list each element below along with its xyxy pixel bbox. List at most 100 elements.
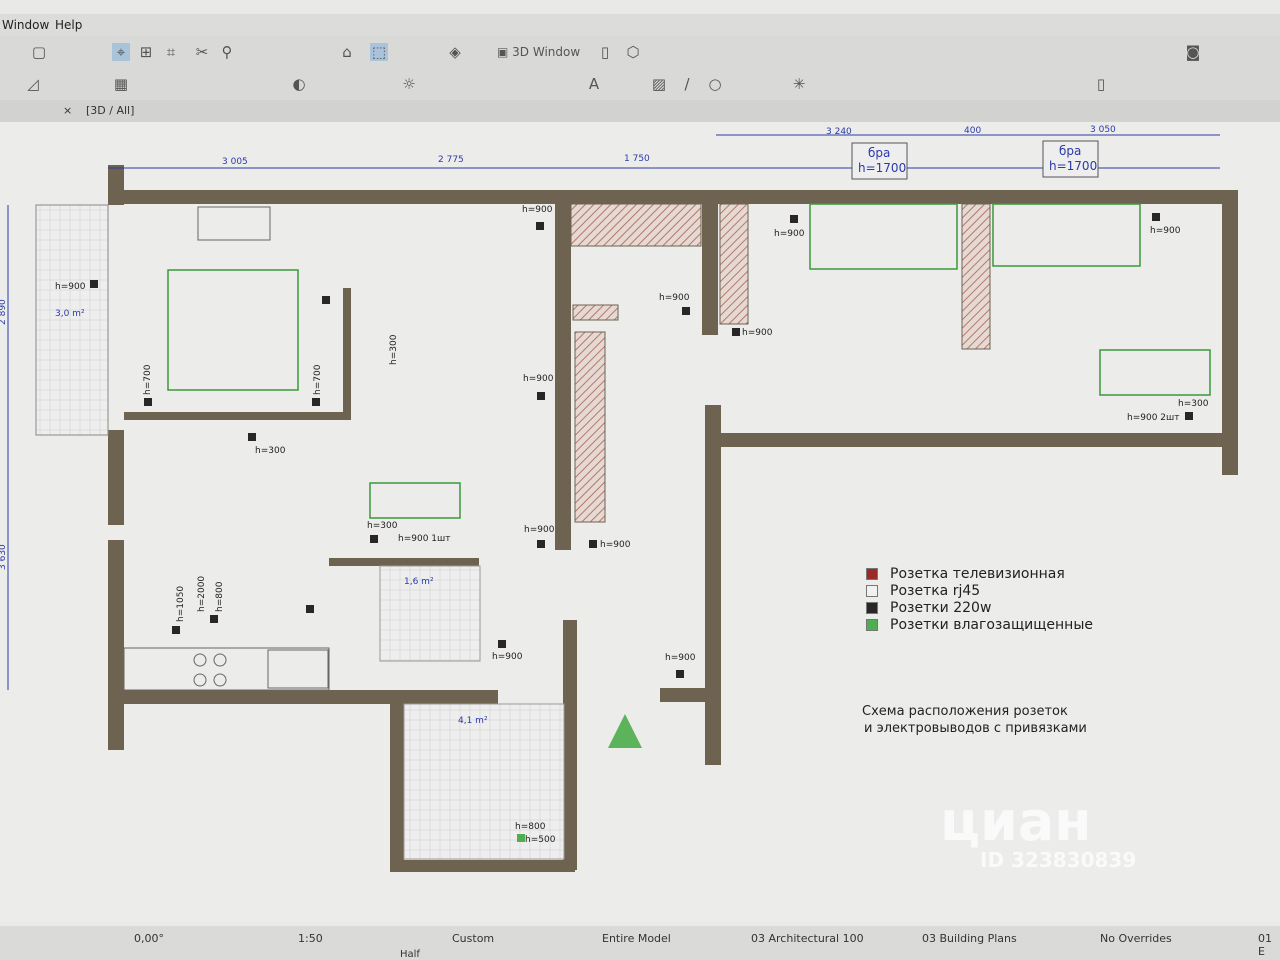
outlet-label: h=900 [742,328,773,338]
outlet-label: h=1050 [176,586,186,622]
outlet-label: h=900 [1150,226,1181,236]
circle-icon[interactable]: ○ [706,75,724,93]
scale-field[interactable]: 1:50 [298,932,323,945]
3d-cube-icon[interactable]: ◈ [446,43,464,61]
legend: Розетка телевизионная Розетка rj45 Розет… [866,565,1093,633]
desk-2 [1099,349,1211,396]
pen-set[interactable]: 03 Architectural 100 [751,932,864,945]
menu-window[interactable]: Window [2,18,49,32]
text-icon[interactable]: A [585,75,603,93]
model-view[interactable]: Entire Model [602,932,671,945]
area-bathroom: 4,1 m² [458,716,488,726]
outlet-label: h=300 [367,521,398,531]
outlet-label: h=700 [143,364,153,395]
dim-left-1: 2 890 [0,299,8,325]
outlet-label: h=900 [524,525,555,535]
caption-line-2: и электровыводов с привязками [864,721,1087,736]
outlet-label: h=900 [659,293,690,303]
wall-nw [108,165,124,205]
hatched-walls [570,203,991,523]
outlet-label: h=900 [665,653,696,663]
outlet-labels: h=900 h=900 h=900 h=900 h=900 h=900 h=90… [55,205,1209,845]
north-marker [608,714,642,748]
outlet-label: h=900 [522,205,553,215]
roof-icon[interactable]: ◿ [24,75,42,93]
grid-icon[interactable]: ⌗ [162,43,180,61]
curtain-wall-icon[interactable]: ▦ [112,75,130,93]
caption-line-1: Схема расположения розеток [862,704,1068,719]
3d-window-button[interactable]: ▣ 3D Window [497,43,581,61]
legend-label: Розетки влагозащищенные [890,616,1094,633]
lamp-icon[interactable]: ☼ [400,75,418,93]
box-icon[interactable]: ▯ [596,43,614,61]
walls [108,165,1238,872]
tab-close-button[interactable]: × [63,104,72,117]
legend-label: Розетки 220w [890,599,992,616]
select-icon[interactable]: ⬚ [370,43,388,61]
home-icon[interactable]: ⌂ [338,43,356,61]
swatch [866,584,878,597]
fill-icon[interactable]: ▨ [650,75,668,93]
outlet-label: h=2000 [197,576,207,612]
outlet-label: h=300 [389,334,399,365]
outlet-label: h=900 [774,229,805,239]
dim-left-2: 3 630 [0,544,8,570]
layout-icon[interactable]: ▢ [30,43,48,61]
toolbar-top: ▢ ⌖ ⊞ ⌗ ✂ ⚲ ⌂ ⬚ ◈ ▣ 3D Window ▯ ⬡ ◙ [0,36,1280,69]
measure-icon[interactable]: ⊞ [137,43,155,61]
wall-east [1222,190,1238,475]
line-icon[interactable]: / [678,75,696,93]
wall-center-r [702,200,718,335]
legend-item-tv: Розетка телевизионная [866,565,1093,582]
outlet-label: h=900 [523,374,554,384]
cube-icon[interactable]: ⬡ [624,43,642,61]
watermark-id: ID 323830839 [980,848,1137,872]
plan-caption: Схема расположения розеток и электровыво… [862,703,1087,737]
outlet-label: h=300 [255,446,286,456]
swatch [866,567,878,580]
menu-help[interactable]: Help [55,18,82,32]
outlet-label: h=800 [215,581,225,612]
outlet-label: h=900 [55,282,86,292]
outlet-label: h=800 [515,822,546,832]
wall-south-left [108,690,498,704]
bed-2 [809,203,958,270]
tab-bar: × [3D / All] [0,100,1280,122]
tab-3d-all[interactable]: [3D / All] [86,104,134,117]
waterproof-outlet [517,834,525,842]
sconce-height: h=1700 [858,161,906,175]
graphic-overrides[interactable]: No Overrides [1100,932,1172,945]
furniture [167,203,1211,519]
structure-display[interactable]: Half [400,949,420,960]
area-balcony: 3,0 m² [55,309,85,319]
outlet-label: h=900 [600,540,631,550]
legend-item-220: Розетки 220w [866,599,1093,616]
legend-item-waterproof: Розетки влагозащищенные [866,616,1093,633]
hotspot-icon[interactable]: ✳ [790,75,808,93]
outlet-label: h=300 [1178,399,1209,409]
magic-wand-icon[interactable]: ⚲ [218,43,236,61]
snap-icon[interactable]: ⌖ [112,43,130,61]
dim-6: 3 050 [1090,125,1116,135]
view-options[interactable]: 03 Building Plans [922,932,1017,945]
wall-bath-w [390,690,404,870]
section-icon[interactable]: ▯ [1092,75,1110,93]
object-icon[interactable]: ◐ [290,75,308,93]
scissors-icon[interactable]: ✂ [193,43,211,61]
wall-wc-n [329,558,479,566]
layer-combination[interactable]: Custom [452,932,494,945]
angle-field[interactable]: 0,00° [134,932,164,945]
wall-bath-e [563,620,577,870]
toolbar-tools: ◿ ▦ ◐ ☼ A ▨ / ○ ✳ ▯ [0,68,1280,101]
wall-right-corr [705,405,721,765]
sconce-label: бра [1059,144,1081,158]
renovation-filter[interactable]: 01 E [1258,932,1280,958]
wall-north [108,190,1238,204]
3d-window-label: 3D Window [512,45,581,59]
camera-icon[interactable]: ◙ [1184,43,1202,61]
outlet-label: h=700 [313,364,323,395]
bed-3 [992,203,1141,267]
status-bar: 0,00° 1:50 Custom Entire Model 03 Archit… [0,926,1280,960]
outlet-label: h=900 1шт [398,534,451,544]
dim-1: 3 005 [222,157,248,167]
